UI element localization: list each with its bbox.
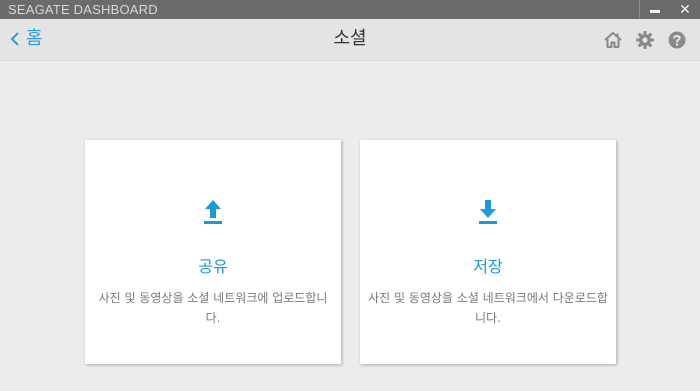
home-button[interactable] [602,29,624,51]
home-icon [604,32,622,48]
app-title: SEAGATE DASHBOARD [8,2,158,17]
close-button[interactable]: ✕ [670,0,700,19]
store-card[interactable]: 저장 사진 및 동영상을 소셜 네트워크에서 다운로드합니다. [360,140,616,364]
store-description: 사진 및 동영상을 소셜 네트워크에서 다운로드합니다. [368,291,608,325]
share-description: 사진 및 동영상을 소셜 네트워크에 업로드합니다. [98,291,328,325]
page-title: 소셜 [333,28,367,49]
gear-icon [636,31,654,49]
download-icon [479,200,497,224]
close-icon: ✕ [679,1,691,18]
store-title: 저장 [473,257,503,276]
share-title: 공유 [198,257,228,276]
help-button[interactable] [666,29,688,51]
page-header: 홈 소셜 [0,19,700,61]
minimize-button[interactable] [640,0,670,19]
settings-button[interactable] [634,29,656,51]
minimize-icon [650,10,660,13]
upload-icon [204,200,222,224]
window-titlebar: SEAGATE DASHBOARD ✕ [0,0,700,19]
help-icon [668,31,686,49]
window-controls: ✕ [639,0,700,19]
share-card[interactable]: 공유 사진 및 동영상을 소셜 네트워크에 업로드합니다. [85,140,341,364]
header-actions [602,29,688,51]
